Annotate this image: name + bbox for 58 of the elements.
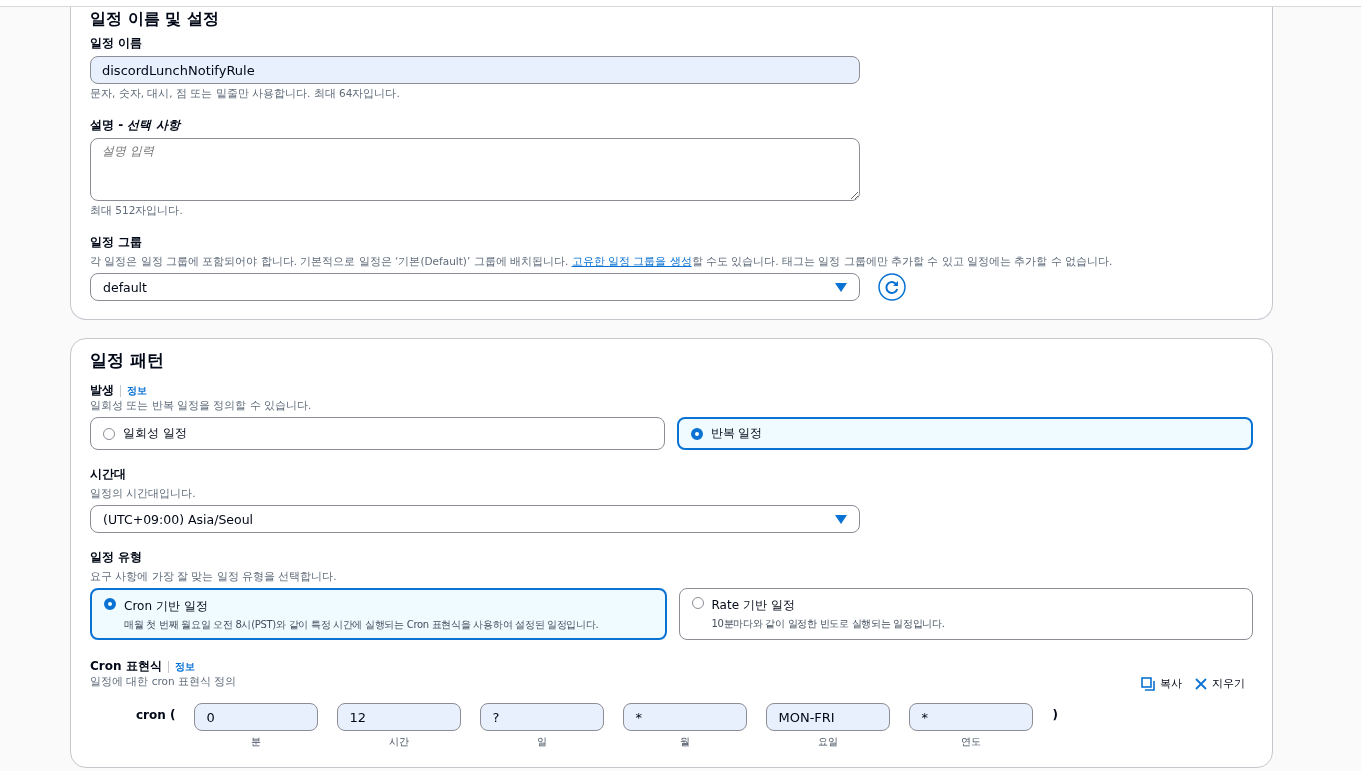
clear-button[interactable]: 지우기	[1212, 677, 1245, 691]
create-group-link[interactable]: 고유한 일정 그룹을 생성	[571, 255, 692, 267]
radio-tile[interactable]: Cron 기반 일정 매월 첫 번째 월요일 오전 8시(PST)와 같이 특정 시간에 실행되는 Cron 표현식을 사용하여 설정된 일정입니다.	[90, 588, 667, 640]
description-input[interactable]: 설명 입력	[90, 138, 860, 201]
field-label: 시간대	[90, 466, 127, 483]
radio-icon	[691, 597, 704, 609]
field-label: 발생	[90, 382, 114, 399]
caret-icon	[835, 282, 847, 292]
field-label: 설명 - 선택 사항	[90, 117, 183, 134]
close-icon[interactable]	[1195, 678, 1207, 690]
option-label: 일회성 일정	[123, 425, 187, 442]
option-description: 매월 첫 번째 월요일 오전 8시(PST)와 같이 특정 시간에 실행되는 Cron 표현식을 사용하여 설정된 일정입니다.	[124, 618, 599, 632]
field-hint: 일정의 시간대입니다.	[90, 487, 197, 501]
option-label: Rate 기반 일정	[711, 597, 796, 614]
name-input[interactable]: discordLunchNotifyRule	[90, 56, 860, 84]
refresh-icon[interactable]	[878, 273, 906, 301]
section-title: 일정 패턴	[90, 349, 165, 372]
option-description: 10분마다와 같이 일정한 빈도로 실행되는 일정입니다.	[711, 617, 945, 631]
cron-input[interactable]: ?	[480, 703, 605, 731]
field-label: 일정 그룹	[90, 234, 144, 251]
cron-input[interactable]: MON-FRI	[766, 703, 891, 731]
field-label: Cron 표현식	[90, 658, 162, 675]
cron-suffix: )	[1052, 707, 1058, 724]
field-caption: 월	[680, 735, 691, 749]
field-caption: 요일	[818, 735, 839, 749]
field-hint: 일회성 또는 반복 일정을 정의할 수 있습니다.	[90, 399, 313, 413]
radio-tile[interactable]: 일회성 일정	[90, 417, 665, 450]
field-caption: 분	[251, 735, 262, 749]
radio-icon	[103, 427, 115, 440]
field-hint: 최대 512자입니다.	[90, 204, 184, 218]
radio-icon	[104, 598, 116, 610]
section-title: 일정 이름 및 설정	[90, 9, 220, 29]
cron-input[interactable]: *	[909, 703, 1034, 731]
field-label: 일정 이름	[90, 35, 144, 52]
info-link[interactable]: 정보	[127, 383, 147, 398]
field-hint: 요구 사항에 가장 잘 맞는 일정 유형을 선택합니다.	[90, 570, 338, 584]
cron-prefix: cron (	[136, 707, 176, 724]
radio-icon	[690, 427, 703, 440]
cron-input[interactable]: 12	[337, 703, 462, 731]
timezone-select[interactable]: (UTC+09:00) Asia/Seoul	[90, 505, 860, 533]
caret-icon	[835, 514, 847, 524]
field-hint: 문자, 숫자, 대시, 점 또는 밑줄만 사용합니다. 최대 64자입니다.	[90, 87, 401, 101]
option-label: Cron 기반 일정	[124, 598, 209, 615]
radio-tile[interactable]: Rate 기반 일정 10분마다와 같이 일정한 빈도로 실행되는 일정입니다.	[678, 588, 1253, 640]
field-caption: 시간	[389, 735, 410, 749]
field-caption: 일	[537, 735, 548, 749]
copy-button[interactable]: 복사	[1160, 677, 1182, 691]
radio-tile[interactable]: 반복 일정	[676, 417, 1253, 450]
option-label: 반복 일정	[710, 425, 763, 442]
copy-icon[interactable]	[1141, 677, 1155, 691]
field-hint: 각 일정은 일정 그룹에 포함되어야 합니다. 기본적으로 일정은 ‘기본(Default)’ 그룹에 배치됩니다. 고유한 일정 그룹을 생성할 수도 있습니다. 태그는 일정 그룹에만 추가할 수 있고 일정에는 추가할 수 없습니다.	[90, 255, 1114, 269]
info-link[interactable]: 정보	[174, 659, 195, 674]
field-hint: 일정에 대한 cron 표현식 정의	[90, 675, 237, 689]
cron-input[interactable]: 0	[194, 703, 319, 731]
cron-input[interactable]: *	[623, 703, 748, 731]
field-label: 일정 유형	[90, 549, 144, 566]
field-caption: 연도	[961, 735, 982, 749]
group-select[interactable]: default	[90, 273, 860, 301]
